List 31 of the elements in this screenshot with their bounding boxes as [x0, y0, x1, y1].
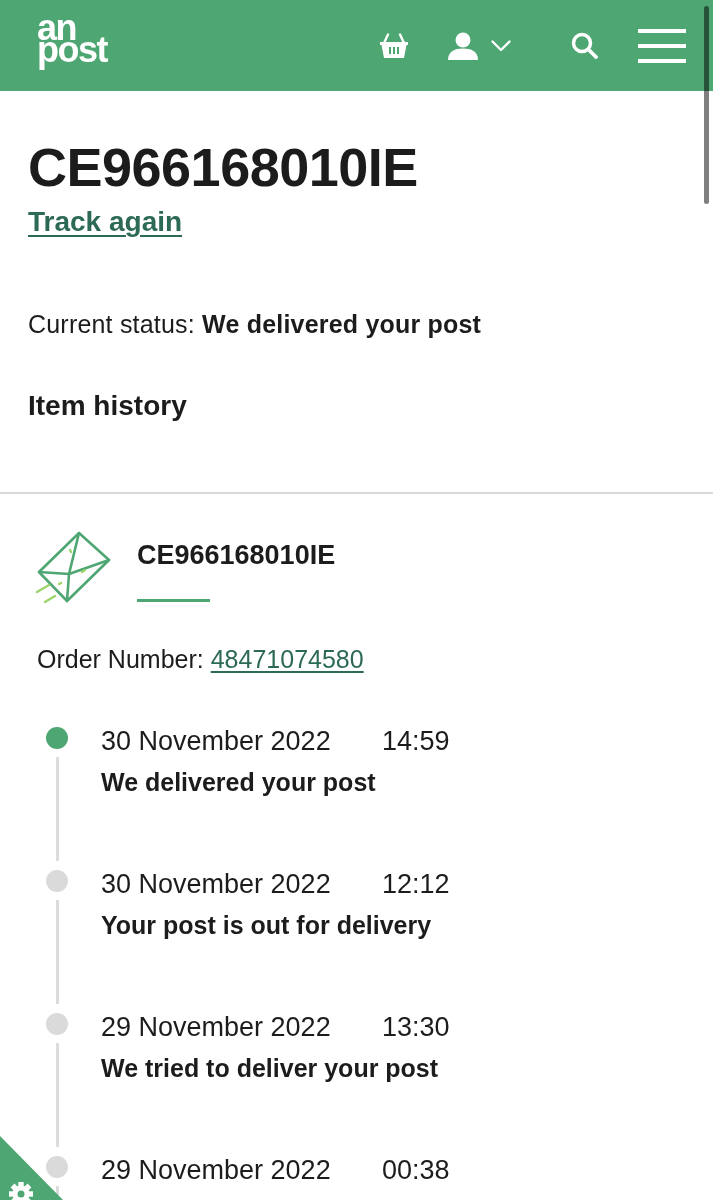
envelope-icon [35, 530, 111, 604]
event-time: 12:12 [382, 868, 450, 901]
track-again-link[interactable]: Track again [28, 204, 183, 240]
tracking-number-title: CE966168010IE [28, 136, 418, 199]
search-icon [571, 32, 598, 59]
event-description: Your post is out for delivery [101, 910, 433, 940]
item-number: CE966168010IE [137, 539, 336, 571]
order-number-link[interactable]: 48471074580 [210, 644, 364, 674]
section-heading: Item history [28, 389, 187, 423]
event-date: 30 November 2022 [101, 725, 332, 758]
basket-button[interactable] [380, 32, 408, 59]
search-button[interactable] [571, 32, 598, 59]
event-time: 13:30 [382, 1011, 450, 1044]
menu-icon [638, 28, 686, 63]
settings-icon [9, 1182, 33, 1200]
event-date: 30 November 2022 [101, 868, 332, 901]
menu-button[interactable] [638, 28, 686, 63]
account-dropdown-button[interactable] [491, 39, 511, 52]
scrollbar-thumb[interactable] [704, 6, 709, 204]
event-date: 29 November 2022 [101, 1154, 332, 1187]
current-status-text: Current status: We delivered your post [28, 309, 482, 339]
caret-icon [491, 39, 511, 52]
basket-icon [380, 32, 408, 59]
event-description: We delivered your post [101, 767, 377, 797]
order-number-label: Order Number: [37, 644, 204, 674]
event-time: 14:59 [382, 725, 450, 758]
event-description: We tried to deliver your post [101, 1053, 440, 1083]
event-date: 29 November 2022 [101, 1011, 332, 1044]
user-icon [448, 31, 478, 60]
event-time: 00:38 [382, 1154, 450, 1187]
account-button[interactable] [448, 31, 478, 60]
